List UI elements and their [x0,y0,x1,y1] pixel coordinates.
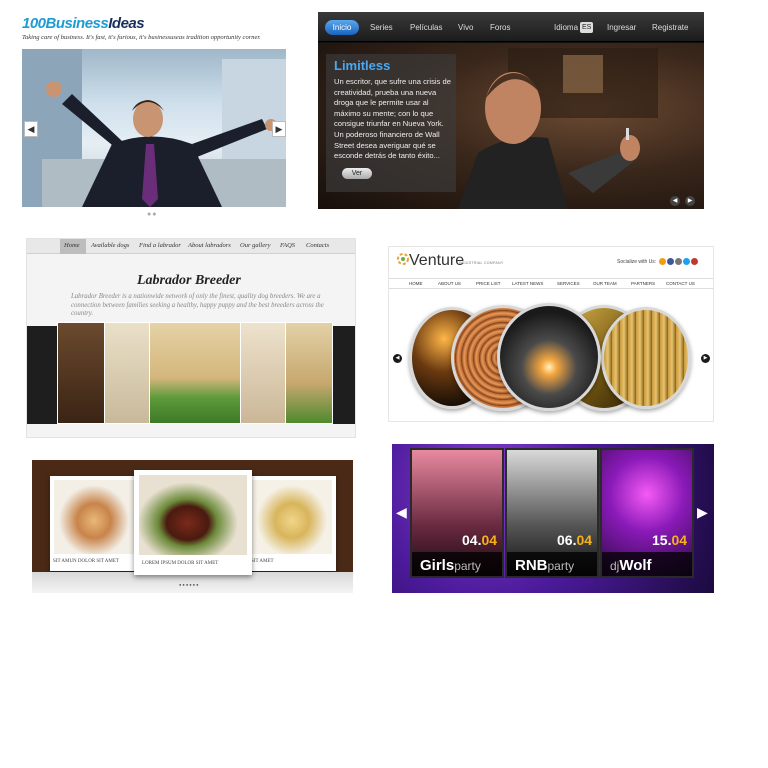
event-name: RNBparty [515,557,574,574]
nav-item-vivo[interactable]: Vivo [458,23,473,32]
steak-photo [139,475,247,555]
event-month: 04 [481,532,498,548]
facebook-icon[interactable] [667,258,674,265]
event-tile-girls-party[interactable]: 04.04 Girlsparty [410,448,504,578]
menu-price-list[interactable]: PRICE LIST [476,281,501,286]
puppies-on-grass-photo[interactable] [149,322,241,424]
event-title: Girls [420,557,455,574]
slider-pagination-dots[interactable]: ●●●●●● [179,582,200,587]
chocolate-labrador-photo[interactable] [57,322,105,424]
caption: SIT AMUN DOLOR SIT AMET [53,559,119,564]
venture-industrial-site: Venture INDUSTRIAL COMPANY Socialize wit… [388,246,714,422]
youtube-icon[interactable] [691,258,698,265]
labrador-breeder-site: Home Available dogs Find a labrador Abou… [26,238,356,438]
social-icon[interactable] [675,258,682,265]
twitter-icon[interactable] [683,258,690,265]
event-tile-dj-wolf[interactable]: 15.04 djWolf [600,448,694,578]
intro-text: Labrador Breeder is a nationwide network… [71,293,324,317]
celebrating-businessman-image [22,49,286,207]
nav-item-inicio[interactable]: Inicio [325,20,359,35]
event-day: 15. [652,532,672,548]
movie-title: Limitless [334,58,391,73]
event-day: 06. [557,532,577,548]
event-tile-rnb-party[interactable]: 06.04 RNBparty [505,448,599,578]
caption: LOREM IPSUM DOLOR SIT AMET [142,561,219,566]
event-name: djWolf [610,557,652,574]
caption: SIT AMET [251,559,274,564]
slider-next-button[interactable]: ▶ [272,121,286,137]
event-date: 15.04 [652,532,687,548]
event-date: 06.04 [557,532,592,548]
logo-subtitle: INDUSTRIAL COMPANY [459,261,504,265]
slider-pagination-dots[interactable]: ●● [147,211,157,218]
pasta-photo [252,480,332,554]
slide-circle-warehouse[interactable] [601,307,691,409]
logo-part-1: 100Business [22,15,109,32]
event-title: Wolf [619,557,652,574]
nav-item-series[interactable]: Series [370,23,393,32]
restaurant-slider: SIT AMUN DOLOR SIT AMET LOREM IPSUM DOLO… [32,460,353,593]
next-arrow-icon[interactable]: ▶ [697,504,708,521]
menu-gallery[interactable]: Our gallery [240,242,271,249]
slide-circle-sparks[interactable] [497,303,601,411]
event-date: 04.04 [462,532,497,548]
yellow-labrador-photo[interactable] [104,322,150,424]
event-suffix: party [547,559,575,573]
rss-icon[interactable] [659,258,666,265]
event-day: 04. [462,532,482,548]
page-heading: Labrador Breeder [137,273,241,288]
food-card-left[interactable]: SIT AMUN DOLOR SIT AMET [50,476,138,571]
prev-arrow-icon[interactable]: ◀ [396,504,407,521]
menu-contact[interactable]: CONTACT US [666,281,695,286]
hero-photo [22,49,286,207]
event-prefix: dj [610,559,620,573]
party-events-slider: 04.04 Girlsparty 06.04 RNBparty 15.04 dj… [392,444,714,593]
event-suffix: party [454,559,481,573]
food-card-right[interactable]: SIT AMET [248,476,336,571]
menu-faqs[interactable]: FAQS [280,242,295,249]
prev-arrow-icon[interactable]: ◀ [393,354,402,363]
food-card-center[interactable]: LOREM IPSUM DOLOR SIT AMET [134,470,252,575]
movie-streaming-slider: Inicio Series Películas Vivo Foros Idiom… [318,12,704,209]
menu-about[interactable]: ABOUT US [438,281,461,286]
watch-button[interactable]: Ver [342,168,372,179]
menu-about-labradors[interactable]: About labradors [188,242,231,249]
dumplings-photo [54,480,134,554]
prev-arrow-icon[interactable]: ◀ [670,196,680,206]
next-arrow-icon[interactable]: ▶ [701,354,710,363]
business-ideas-slider: 100BusinessIdeas Taking care of business… [20,15,288,221]
nav-item-peliculas[interactable]: Películas [410,23,442,32]
menu-partners[interactable]: PARTNERS [631,281,655,286]
event-name: Girlsparty [420,557,481,574]
menu-services[interactable]: SERVICES [557,281,580,286]
language-badge[interactable]: ES [580,22,594,33]
nav-item-foros[interactable]: Foros [490,23,510,32]
site-logo[interactable]: Venture [409,252,464,270]
event-title: RNB [515,557,548,574]
logo-part-2: Ideas [108,15,145,32]
slider-prev-button[interactable]: ◀ [24,121,38,137]
site-logo[interactable]: 100BusinessIdeas [22,15,145,32]
menu-latest-news[interactable]: LATEST NEWS [512,281,543,286]
menu-contacts[interactable]: Contacts [306,242,329,249]
menu-our-team[interactable]: OUR TEAM [593,281,617,286]
event-month: 04 [576,532,593,548]
nav-item-ingresar[interactable]: Ingresar [607,23,636,32]
menu-home[interactable]: Home [64,242,80,249]
movie-description: Un escritor, que sufre una crisis de cre… [334,77,451,161]
nav-item-registrate[interactable]: Registrate [652,23,688,32]
event-month: 04 [671,532,688,548]
nav-item-idioma[interactable]: Idioma [554,23,578,32]
labrador-puppies-photo[interactable] [285,322,333,424]
menu-home[interactable]: HOME [409,281,423,286]
menu-find-labrador[interactable]: Find a labrador [139,242,181,249]
socialize-label: Socialize with Us: [617,259,657,265]
venture-logo-icon [397,253,409,265]
tagline: Taking care of business. It's fast, it's… [22,34,261,41]
menu-available-dogs[interactable]: Available dogs [91,242,129,249]
cream-labrador-photo[interactable] [240,322,286,424]
next-arrow-icon[interactable]: ▶ [685,196,695,206]
